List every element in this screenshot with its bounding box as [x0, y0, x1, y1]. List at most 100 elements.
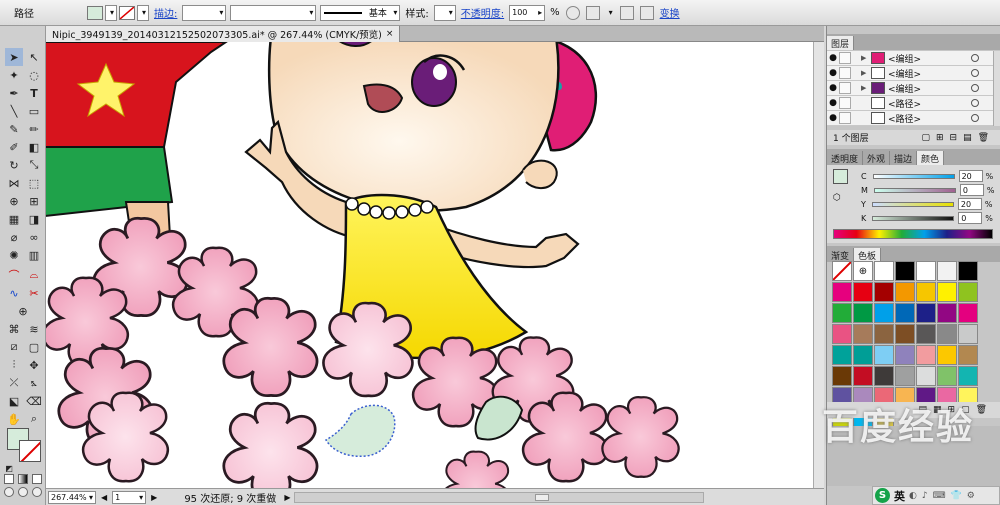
registration-swatch[interactable]: ⊕: [853, 261, 873, 281]
width-tool-icon[interactable]: ⋈: [5, 174, 23, 192]
y-value[interactable]: 20: [957, 198, 982, 210]
swatch[interactable]: [937, 345, 957, 365]
color-fill-icon[interactable]: [833, 169, 848, 184]
swatch[interactable]: [937, 282, 957, 302]
gradient-mode-icon[interactable]: [18, 474, 28, 484]
convert-anchor-tool-icon[interactable]: ∿: [5, 284, 23, 302]
artboard-tool-icon[interactable]: ▢: [25, 338, 43, 356]
variable-width-field[interactable]: ▾: [230, 4, 317, 21]
tab-transparency[interactable]: 透明度: [827, 151, 864, 165]
swatch[interactable]: [958, 345, 978, 365]
opacity-field[interactable]: 100 ▸: [509, 4, 546, 21]
type-tool-icon[interactable]: T: [25, 84, 43, 102]
shape-builder-tool-icon[interactable]: ⊕: [5, 192, 23, 210]
draw-normal-icon[interactable]: [4, 487, 14, 497]
swatch[interactable]: [895, 366, 915, 386]
tab-color[interactable]: 颜色: [917, 151, 945, 165]
eye-icon[interactable]: ●: [827, 113, 839, 123]
swatch[interactable]: [958, 366, 978, 386]
symbol-sprayer-tool-icon[interactable]: ✺: [5, 246, 23, 264]
swatch[interactable]: [895, 261, 915, 281]
k-value[interactable]: 0: [958, 212, 983, 224]
target-icon[interactable]: [971, 69, 979, 77]
artboard-dropdown[interactable]: 1 ▾: [112, 490, 147, 504]
knife-tool-icon[interactable]: ⦩: [25, 374, 43, 392]
tab-appearance[interactable]: 外观: [863, 151, 891, 165]
transform-link[interactable]: 变换: [660, 5, 680, 20]
chart-tool-icon[interactable]: ⫶: [5, 356, 23, 374]
swatch[interactable]: [937, 303, 957, 323]
style-dropdown[interactable]: ▾: [433, 4, 456, 21]
isolate-icon[interactable]: [619, 5, 634, 20]
crosshair-tool-icon[interactable]: ⊕: [14, 302, 32, 320]
eye-icon[interactable]: ●: [827, 68, 839, 78]
eraser-tool-icon[interactable]: ◧: [25, 138, 43, 156]
slider-y[interactable]: Y 20%: [861, 197, 999, 211]
stroke-none-swatch[interactable]: [119, 5, 135, 20]
swatch[interactable]: [853, 282, 873, 302]
target-icon[interactable]: [971, 54, 979, 62]
artboard-canvas[interactable]: [46, 42, 813, 488]
slice-tool-icon[interactable]: ⧄: [5, 338, 23, 356]
scrollbar-thumb[interactable]: [535, 493, 550, 501]
measure-tool-icon[interactable]: ⤫: [5, 374, 23, 392]
align-dropdown[interactable]: ▾: [605, 5, 615, 21]
stroke-weight-field[interactable]: ▾: [182, 4, 227, 21]
none-swatch[interactable]: [832, 261, 852, 281]
free-transform-tool-icon[interactable]: ⬚: [25, 174, 43, 192]
swatch[interactable]: [832, 324, 852, 344]
lasso-tool-icon[interactable]: ◌: [25, 66, 43, 84]
close-icon[interactable]: ×: [386, 29, 394, 39]
layer-row[interactable]: ● ▶ <编组>: [827, 51, 993, 66]
magic-wand-tool-icon[interactable]: ✦: [5, 66, 23, 84]
blend-tool-icon[interactable]: ∞: [25, 228, 43, 246]
eye-icon[interactable]: ●: [827, 83, 839, 93]
stroke-dropdown[interactable]: ▾: [137, 4, 149, 21]
tab-stroke[interactable]: 描边: [890, 151, 918, 165]
swatch[interactable]: [874, 324, 894, 344]
swatch[interactable]: [958, 324, 978, 344]
swatch[interactable]: [832, 345, 852, 365]
align-icon[interactable]: [585, 5, 600, 20]
swatch[interactable]: [853, 324, 873, 344]
scissors-tool-icon[interactable]: ✂: [25, 284, 43, 302]
print-tiling-tool-icon[interactable]: ⬕: [5, 392, 23, 410]
swatch[interactable]: [916, 345, 936, 365]
layer-row[interactable]: ● ▶ <编组>: [827, 66, 993, 81]
zoom-tool-icon[interactable]: ⌕: [25, 410, 43, 428]
target-icon[interactable]: [971, 114, 979, 122]
ime-lang[interactable]: 英: [894, 488, 905, 504]
zoom-dropdown[interactable]: 267.44% ▾: [48, 490, 96, 504]
stroke-color-box[interactable]: [19, 440, 41, 462]
swatch[interactable]: [874, 366, 894, 386]
fill-swatch[interactable]: [87, 5, 103, 20]
prev-artboard-icon[interactable]: ◀: [101, 493, 107, 502]
c-value[interactable]: 20: [958, 170, 983, 182]
m-value[interactable]: 0: [959, 184, 984, 196]
layers-scrollbar[interactable]: [993, 51, 1000, 126]
hand-tool-icon[interactable]: ✋: [5, 410, 23, 428]
swatch[interactable]: [832, 303, 852, 323]
selected-shoe[interactable]: [324, 404, 396, 458]
swatch[interactable]: [958, 282, 978, 302]
swatch[interactable]: [874, 261, 894, 281]
opacity-link[interactable]: 不透明度:: [461, 5, 504, 20]
layer-row[interactable]: ● <路径>: [827, 111, 993, 126]
next-artboard-icon[interactable]: ▶: [151, 493, 157, 502]
swatch[interactable]: [853, 303, 873, 323]
recolor-icon[interactable]: [565, 5, 580, 20]
mesh-tool-icon[interactable]: ▦: [5, 210, 23, 228]
swatch[interactable]: [958, 261, 978, 281]
rotate-tool-icon[interactable]: ↻: [5, 156, 23, 174]
swatch[interactable]: [895, 345, 915, 365]
color-spectrum[interactable]: [833, 229, 993, 239]
selection-tool-icon[interactable]: ➤: [5, 48, 23, 66]
swatch[interactable]: [874, 282, 894, 302]
warp-tool-icon[interactable]: ⌘: [5, 320, 23, 338]
stroke-link[interactable]: 描边:: [154, 5, 177, 20]
sogou-logo-icon[interactable]: S: [875, 488, 890, 503]
layer-footer-icons[interactable]: ▢⊞⊟▤🗑: [921, 133, 995, 143]
column-graph-tool-icon[interactable]: ▥: [25, 246, 43, 264]
swatch[interactable]: [916, 261, 936, 281]
default-colors-icon[interactable]: ◩: [4, 463, 14, 473]
